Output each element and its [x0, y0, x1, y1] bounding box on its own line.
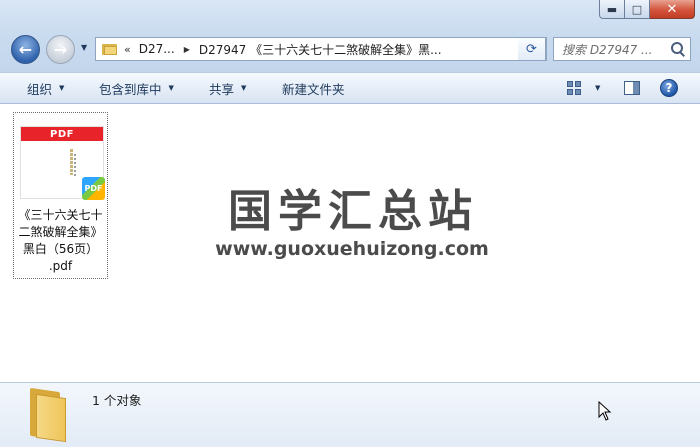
watermark-url: www.guoxuehuizong.com: [215, 238, 489, 260]
folder-icon: [28, 387, 72, 443]
address-bar[interactable]: « D27... ▶ D27947 《三十六关七十二煞破解全集》黑... ▼: [95, 37, 547, 61]
file-name-line: 二煞破解全集》: [18, 225, 103, 239]
search-input[interactable]: 搜索 D27947 ...: [562, 41, 668, 58]
item-count: 1 个对象: [92, 393, 142, 408]
breadcrumb-separator-icon[interactable]: ▶: [184, 45, 190, 54]
include-in-library-label: 包含到库中: [99, 81, 162, 97]
help-icon[interactable]: ?: [660, 79, 678, 97]
thumbnail-text-line: [74, 154, 76, 176]
share-label: 共享: [209, 81, 235, 97]
maximize-button[interactable]: □: [625, 0, 650, 19]
chevron-down-icon[interactable]: ▼: [595, 84, 600, 92]
back-button[interactable]: ←: [11, 35, 40, 64]
preview-pane-icon[interactable]: [624, 81, 640, 95]
mouse-cursor-icon: [598, 401, 612, 421]
navigation-bar: ← → ▼ « D27... ▶ D27947 《三十六关七十二煞破解全集》黑.…: [0, 33, 700, 67]
search-box[interactable]: 搜索 D27947 ...: [553, 37, 691, 61]
folder-icon: [102, 43, 118, 55]
explorer-window: ▬ □ ✕ ← → ▼ « D27... ▶ D27947 《三十六关七十二煞破…: [0, 0, 700, 447]
search-icon[interactable]: [668, 40, 686, 58]
change-view-button[interactable]: ▼: [567, 81, 600, 95]
watermark-title: 国学汇总站: [228, 186, 478, 237]
file-item[interactable]: PDF PDF 《三十六关七十 二煞破解全集》 黑白（56页） .pdf: [13, 112, 108, 279]
change-view-icon: [567, 81, 581, 95]
minimize-button[interactable]: ▬: [599, 0, 625, 19]
details-pane: 1 个对象: [0, 382, 700, 447]
pdf-app-icon: PDF: [82, 177, 105, 200]
breadcrumb-item[interactable]: D27...: [139, 42, 175, 56]
include-in-library-menu[interactable]: 包含到库中 ▼: [99, 73, 174, 103]
organize-label: 组织: [27, 81, 53, 97]
file-name-line: 黑白（56页）: [22, 242, 99, 256]
share-menu[interactable]: 共享 ▼: [209, 73, 246, 103]
file-name-line: .pdf: [48, 259, 73, 273]
caption-buttons: ▬ □ ✕: [599, 0, 695, 19]
new-folder-label: 新建文件夹: [282, 81, 345, 97]
organize-menu[interactable]: 组织 ▼: [27, 73, 64, 103]
new-folder-button[interactable]: 新建文件夹: [282, 73, 345, 103]
file-list[interactable]: PDF PDF 《三十六关七十 二煞破解全集》 黑白（56页） .pdf 国学汇…: [0, 104, 700, 382]
thumbnail-text-line: [70, 149, 73, 175]
breadcrumb-item-current[interactable]: D27947 《三十六关七十二煞破解全集》黑...: [199, 41, 442, 58]
command-bar: 组织 ▼ 包含到库中 ▼ 共享 ▼ 新建文件夹 ▼ ?: [0, 72, 700, 104]
pdf-banner: PDF: [21, 127, 103, 141]
file-name-line: 《三十六关七十: [18, 208, 103, 222]
chevron-down-icon: ▼: [168, 84, 174, 92]
refresh-button[interactable]: ⟳: [518, 37, 546, 61]
chevron-down-icon: ▼: [241, 84, 247, 92]
breadcrumb-overflow-button[interactable]: «: [124, 43, 131, 56]
chevron-down-icon: ▼: [59, 84, 65, 92]
close-button[interactable]: ✕: [650, 0, 695, 19]
forward-button[interactable]: →: [46, 35, 75, 64]
file-name: 《三十六关七十 二煞破解全集》 黑白（56页） .pdf: [14, 207, 107, 275]
recent-pages-button[interactable]: ▼: [81, 43, 87, 52]
